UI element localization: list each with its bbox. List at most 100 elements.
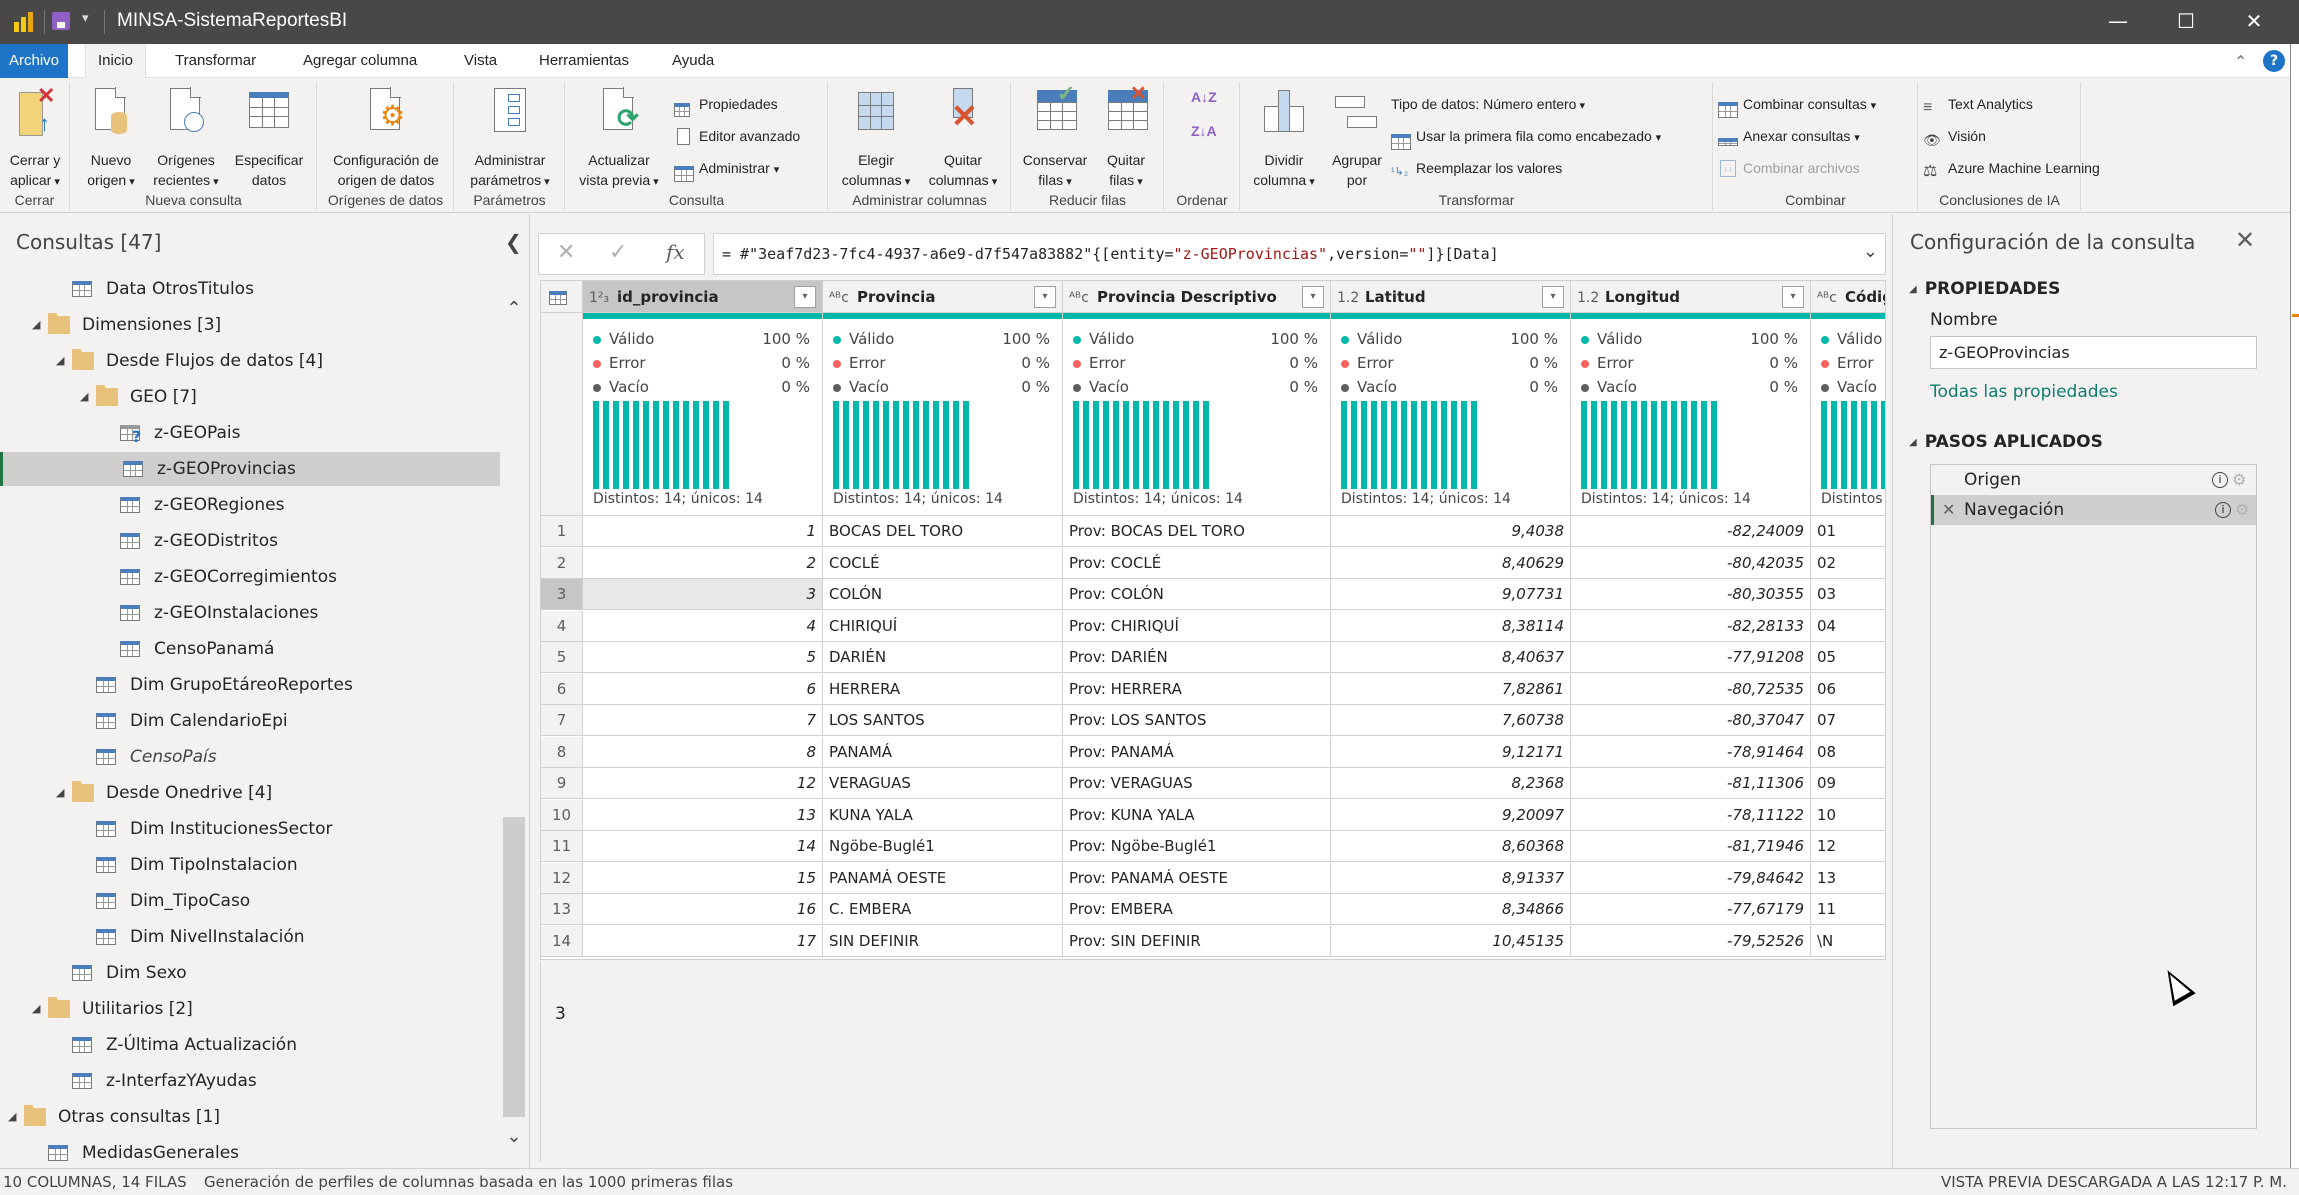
manage-button[interactable]: Administrar [674, 156, 779, 182]
confirm-formula-icon[interactable]: ✓ [609, 240, 627, 265]
histogram-bar[interactable] [1881, 401, 1885, 489]
gear-icon[interactable]: ⚙ [2235, 495, 2249, 525]
table-cell[interactable]: 8 [583, 736, 823, 768]
histogram-bar[interactable] [1351, 401, 1357, 489]
table-cell[interactable]: CHIRIQUÍ [823, 610, 1063, 642]
close-button[interactable]: ✕ [2220, 0, 2288, 44]
histogram-bar[interactable] [1371, 401, 1377, 489]
expand-arrow-icon[interactable]: ◢ [32, 992, 40, 1026]
table-cell[interactable]: 15 [583, 862, 823, 894]
table-cell[interactable]: VERAGUAS [823, 768, 1063, 799]
histogram-bar[interactable] [703, 401, 709, 489]
table-cell[interactable]: Prov: COLÓN [1063, 579, 1331, 610]
table-cell[interactable]: 5 [583, 642, 823, 673]
histogram-bar[interactable] [633, 401, 639, 489]
histogram-bar[interactable] [593, 401, 599, 489]
table-cell[interactable]: Prov: CHIRIQUÍ [1063, 610, 1331, 642]
tab-ayuda[interactable]: Ayuda [660, 44, 726, 78]
table-cell[interactable]: 12 [1811, 831, 1885, 862]
table-cell[interactable]: Prov: SIN DEFINIR [1063, 925, 1331, 957]
quick-access-customize-icon[interactable]: ▾ [82, 11, 89, 26]
table-cell[interactable]: Prov: VERAGUAS [1063, 768, 1331, 799]
table-menu-button[interactable] [541, 281, 583, 313]
table-cell[interactable]: -81,71946 [1571, 831, 1811, 862]
append-queries-button[interactable]: Anexar consultas [1718, 124, 1860, 148]
expand-arrow-icon[interactable]: ◢ [56, 776, 64, 810]
histogram-bar[interactable] [693, 401, 699, 489]
info-icon[interactable]: i [2212, 472, 2228, 488]
histogram-bar[interactable] [1073, 401, 1079, 489]
histogram-bar[interactable] [933, 401, 939, 489]
query-item[interactable]: z-GEORegiones [0, 488, 500, 522]
tab-inicio[interactable]: Inicio [85, 44, 147, 79]
table-cell[interactable]: 9,07731 [1331, 579, 1571, 610]
sort-ascending-button[interactable]: A↓Z [1191, 90, 1217, 114]
sort-descending-button[interactable]: Z↓A [1191, 124, 1217, 148]
column-type-icon[interactable]: 1.2 [1577, 282, 1605, 312]
column-header[interactable]: ᴬᴮcCódig [1811, 281, 1885, 313]
table-cell[interactable]: COLÓN [823, 579, 1063, 610]
cancel-formula-icon[interactable]: ✕ [557, 240, 575, 265]
enter-data-button[interactable]: Especificar datos [229, 86, 309, 190]
query-item[interactable]: Dim CalendarioEpi [0, 704, 500, 738]
histogram-bar[interactable] [1381, 401, 1387, 489]
histogram-bar[interactable] [1611, 401, 1617, 489]
table-cell[interactable]: -82,28133 [1571, 610, 1811, 642]
remove-columns-button[interactable]: ✕ Quitar columnas [921, 86, 1005, 192]
gear-icon[interactable]: ⚙ [2232, 465, 2246, 495]
table-cell[interactable]: BOCAS DEL TORO [823, 516, 1063, 547]
column-header[interactable]: ᴬᴮc Provincia ▾ [823, 281, 1063, 313]
table-cell[interactable]: -79,52526 [1571, 925, 1811, 957]
query-item[interactable]: z-GEOProvincias [0, 452, 500, 486]
table-cell[interactable]: -80,37047 [1571, 705, 1811, 736]
remove-rows-button[interactable]: ✕ Quitar filas [1096, 84, 1156, 192]
replace-values-button[interactable]: ¹↳₂ Reemplazar los valores [1391, 156, 1562, 180]
query-item[interactable]: MedidasGenerales [0, 1136, 500, 1170]
close-settings-icon[interactable]: ✕ [2235, 226, 2255, 254]
query-item[interactable]: Dim GrupoEtáreoReportes [0, 668, 500, 702]
table-cell[interactable]: 8,38114 [1331, 610, 1571, 642]
row-number[interactable]: 2 [541, 547, 583, 579]
choose-columns-button[interactable]: Elegir columnas [835, 86, 917, 192]
histogram-bar[interactable] [963, 401, 969, 489]
table-cell[interactable]: -77,67179 [1571, 894, 1811, 925]
column-type-icon[interactable]: ᴬᴮc [1069, 282, 1097, 312]
column-filter-dropdown-icon[interactable]: ▾ [1034, 286, 1056, 308]
query-item[interactable]: Dim_TipoCaso [0, 884, 500, 918]
histogram-bar[interactable] [903, 401, 909, 489]
query-item[interactable]: z-GEOCorregimientos [0, 560, 500, 594]
histogram-bar[interactable] [833, 401, 839, 489]
column-filter-dropdown-icon[interactable]: ▾ [1302, 286, 1324, 308]
histogram-bar[interactable] [1103, 401, 1109, 489]
table-cell[interactable]: HERRERA [823, 673, 1063, 705]
minimize-button[interactable]: — [2084, 0, 2152, 44]
table-cell[interactable]: 7,82861 [1331, 673, 1571, 705]
expand-arrow-icon[interactable]: ◢ [8, 1100, 16, 1134]
histogram-bar[interactable] [1451, 401, 1457, 489]
table-cell[interactable]: -79,84642 [1571, 862, 1811, 894]
expand-arrow-icon[interactable]: ◢ [56, 344, 64, 378]
table-cell[interactable]: Prov: KUNA YALA [1063, 799, 1331, 831]
table-cell[interactable]: Prov: PANAMÁ OESTE [1063, 862, 1331, 894]
scroll-down-icon[interactable]: ⌄ [503, 1126, 525, 1152]
combine-files-button[interactable]: ↓↓ Combinar archivos [1718, 156, 1860, 180]
histogram-bar[interactable] [1143, 401, 1149, 489]
column-header[interactable]: 1.2 Longitud ▾ [1571, 281, 1811, 313]
expand-arrow-icon[interactable]: ◢ [32, 308, 40, 342]
maximize-button[interactable]: ☐ [2152, 0, 2220, 44]
histogram-bar[interactable] [1821, 401, 1827, 489]
table-cell[interactable]: 8,34866 [1331, 894, 1571, 925]
table-cell[interactable]: 6 [583, 673, 823, 705]
histogram-bar[interactable] [1641, 401, 1647, 489]
histogram-bar[interactable] [1461, 401, 1467, 489]
histogram-bar[interactable] [913, 401, 919, 489]
data-type-dropdown[interactable]: Tipo de datos: Número entero [1391, 92, 1585, 116]
column-type-icon[interactable]: 1.2 [1337, 282, 1365, 312]
table-cell[interactable]: LOS SANTOS [823, 705, 1063, 736]
histogram-bar[interactable] [1153, 401, 1159, 489]
new-source-button[interactable]: Nuevo origen [81, 86, 141, 192]
histogram-bar[interactable] [1361, 401, 1367, 489]
histogram-bar[interactable] [603, 401, 609, 489]
table-cell[interactable]: -78,91464 [1571, 736, 1811, 768]
table-cell[interactable]: 7 [583, 705, 823, 736]
